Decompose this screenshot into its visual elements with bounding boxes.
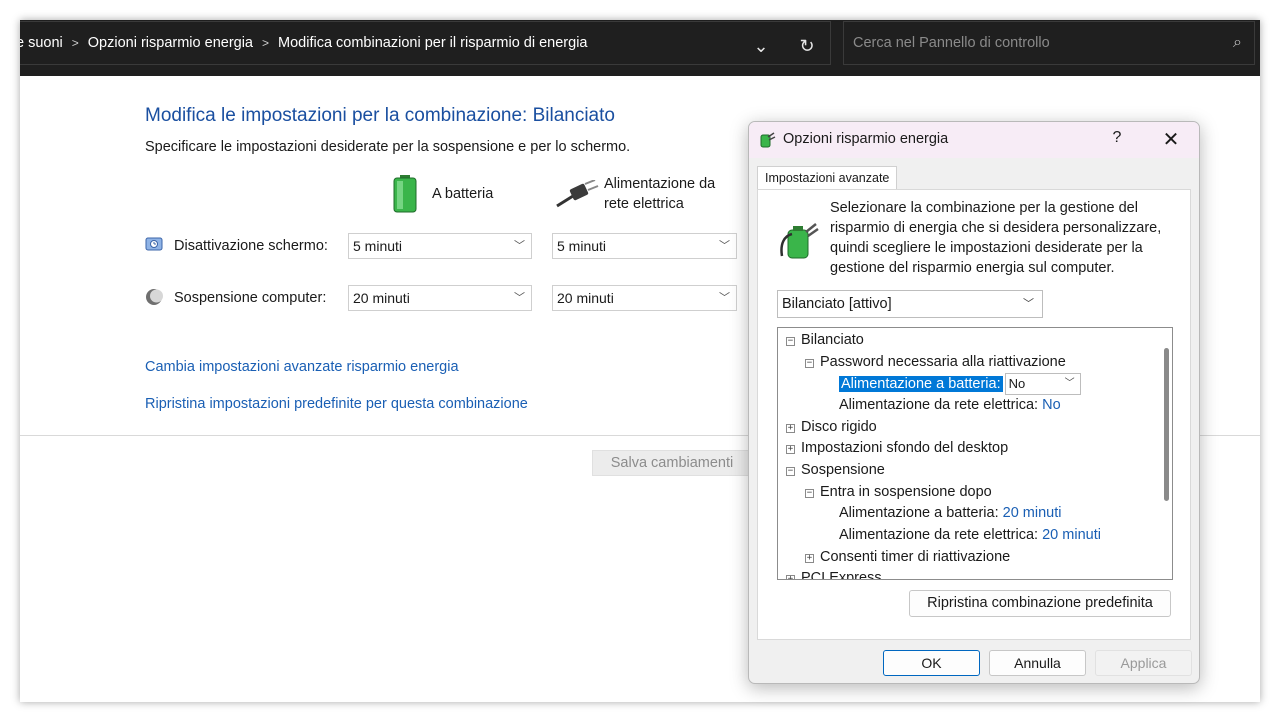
tree-item-password[interactable]: − Password necessaria alla riattivazione: [805, 352, 1066, 372]
breadcrumb: e suoni > Opzioni risparmio energia > Modifi…: [20, 35, 588, 51]
tree-item-desktop-bg[interactable]: + Impostazioni sfondo del desktop: [786, 438, 1008, 458]
page-title: Modifica le impostazioni per la combinaz…: [145, 105, 615, 126]
restore-defaults-link[interactable]: Ripristina impostazioni predefinite per …: [145, 396, 528, 412]
tree-item-pci[interactable]: + PCI Express: [786, 568, 882, 580]
tree-item-value[interactable]: 20 minuti: [1042, 527, 1101, 543]
apply-button[interactable]: Applica: [1095, 650, 1192, 676]
tree-item-label: Disco rigido: [801, 419, 877, 435]
moon-icon: [146, 289, 163, 305]
breadcrumb-separator-icon: >: [262, 36, 270, 50]
password-battery-select[interactable]: No ﹀: [1004, 373, 1081, 395]
tree-item-password-battery[interactable]: Alimentazione a batteria: No ﹀: [839, 373, 1081, 395]
chevron-down-icon[interactable]: ⌄: [747, 32, 775, 60]
display-off-ac-value: 5 minuti: [557, 238, 607, 254]
tree-item-label: Bilanciato: [801, 332, 864, 348]
expand-icon[interactable]: +: [786, 445, 795, 454]
tree-item-label: PCI Express: [801, 570, 882, 580]
tree-item-label: Alimentazione a batteria:: [839, 375, 1003, 392]
tree-item-sleep[interactable]: − Sospensione: [786, 460, 885, 480]
expand-icon[interactable]: +: [805, 554, 814, 563]
battery-icon: [393, 175, 417, 213]
sleep-ac-value: 20 minuti: [557, 290, 614, 306]
chevron-down-icon: ﹀: [514, 292, 525, 304]
ac-column-header-line1: Alimentazione da: [604, 176, 716, 192]
display-off-battery-select[interactable]: 5 minuti ﹀: [348, 233, 532, 259]
tree-scrollbar[interactable]: [1164, 348, 1169, 501]
dialog-description: Selezionare la combinazione per la gesti…: [830, 200, 1162, 276]
sleep-ac-select[interactable]: 20 minuti ﹀: [552, 285, 737, 311]
refresh-icon[interactable]: ↻: [793, 32, 821, 60]
power-options-app-icon: [760, 132, 776, 148]
save-changes-button[interactable]: Salva cambiamenti: [592, 450, 752, 476]
tree-item-label: Alimentazione a batteria:: [839, 505, 999, 521]
plan-select[interactable]: Bilanciato [attivo] ﹀: [777, 290, 1043, 318]
tree-item-label: Alimentazione da rete elettrica:: [839, 527, 1039, 543]
tree-item-label: Consenti timer di riattivazione: [820, 549, 1011, 565]
tree-item-password-ac[interactable]: Alimentazione da rete elettrica: No: [839, 395, 1061, 415]
dialog-titlebar[interactable]: Opzioni risparmio energia ? ✕: [749, 122, 1199, 158]
search-icon[interactable]: ⌕: [1233, 34, 1242, 52]
tree-item-value[interactable]: 20 minuti: [1003, 505, 1062, 521]
address-bar-area: e suoni > Opzioni risparmio energia > Modifi…: [20, 20, 1260, 76]
battery-column-header: A batteria: [432, 186, 494, 202]
tree-item-wake-timers[interactable]: + Consenti timer di riattivazione: [805, 547, 1010, 567]
close-icon[interactable]: ✕: [1159, 127, 1183, 152]
address-bar[interactable]: e suoni > Opzioni risparmio energia > Modifi…: [20, 21, 831, 65]
ac-column-header-line2: rete elettrica: [604, 196, 684, 212]
dialog-title: Opzioni risparmio energia: [783, 131, 949, 147]
tree-item-label: Entra in sospensione dopo: [820, 484, 992, 500]
tree-item-label: Sospensione: [801, 462, 885, 478]
sleep-battery-value: 20 minuti: [353, 290, 410, 306]
sleep-label: Sospensione computer:: [174, 290, 327, 306]
display-off-battery-value: 5 minuti: [353, 238, 403, 254]
tab-panel: Selezionare la combinazione per la gesti…: [757, 189, 1191, 640]
tree-item-value[interactable]: No: [1042, 397, 1061, 413]
breadcrumb-item-sounds[interactable]: e suoni: [20, 35, 63, 51]
expand-icon[interactable]: +: [786, 575, 795, 579]
power-plug-icon: [556, 180, 599, 208]
tree-item-sleep-ac[interactable]: Alimentazione da rete elettrica: 20 minu…: [839, 525, 1101, 545]
chevron-down-icon: ﹀: [1064, 378, 1075, 389]
power-options-dialog: Opzioni risparmio energia ? ✕ Impostazio…: [748, 121, 1200, 684]
display-icon: [145, 237, 163, 251]
advanced-settings-link[interactable]: Cambia impostazioni avanzate risparmio e…: [145, 359, 459, 375]
breadcrumb-item-edit-plan[interactable]: Modifica combinazioni per il risparmio d…: [278, 35, 587, 51]
sleep-battery-select[interactable]: 20 minuti ﹀: [348, 285, 532, 311]
search-input[interactable]: Cerca nel Pannello di controllo ⌕: [843, 21, 1255, 65]
breadcrumb-item-power-options[interactable]: Opzioni risparmio energia: [88, 35, 253, 51]
breadcrumb-separator-icon: >: [71, 36, 79, 50]
chevron-down-icon: ﹀: [719, 292, 730, 304]
password-battery-value: No: [1008, 376, 1026, 391]
plan-select-value: Bilanciato [attivo]: [782, 296, 892, 312]
settings-tree[interactable]: − Bilanciato − Password necessaria alla ri…: [777, 327, 1173, 580]
collapse-icon[interactable]: −: [786, 467, 795, 476]
tree-item-sleep-after[interactable]: − Entra in sospensione dopo: [805, 482, 992, 502]
tree-item-label: Alimentazione da rete elettrica:: [839, 397, 1039, 413]
cancel-button[interactable]: Annulla: [989, 650, 1086, 676]
restore-plan-defaults-button[interactable]: Ripristina combinazione predefinita: [909, 590, 1171, 617]
search-placeholder: Cerca nel Pannello di controllo: [853, 35, 1050, 51]
tree-item-label: Impostazioni sfondo del desktop: [801, 440, 1009, 456]
expand-icon[interactable]: +: [786, 424, 795, 433]
collapse-icon[interactable]: −: [805, 489, 814, 498]
tab-advanced-settings[interactable]: Impostazioni avanzate: [757, 166, 898, 190]
battery-plug-icon: [780, 223, 819, 259]
display-off-ac-select[interactable]: 5 minuti ﹀: [552, 233, 737, 259]
ok-button[interactable]: OK: [883, 650, 980, 676]
tree-item-label: Password necessaria alla riattivazione: [820, 354, 1066, 370]
tree-item-hard-disk[interactable]: + Disco rigido: [786, 417, 877, 437]
tree-item-plan[interactable]: − Bilanciato: [786, 330, 864, 350]
chevron-down-icon: ﹀: [514, 240, 525, 252]
collapse-icon[interactable]: −: [805, 359, 814, 368]
help-button[interactable]: ?: [1107, 129, 1127, 147]
display-off-label: Disattivazione schermo:: [174, 238, 328, 254]
chevron-down-icon: ﹀: [1023, 298, 1034, 310]
page-subtitle: Specificare le impostazioni desiderate p…: [145, 139, 631, 155]
collapse-icon[interactable]: −: [786, 337, 795, 346]
chevron-down-icon: ﹀: [719, 240, 730, 252]
tree-item-sleep-battery[interactable]: Alimentazione a batteria: 20 minuti: [839, 503, 1061, 523]
